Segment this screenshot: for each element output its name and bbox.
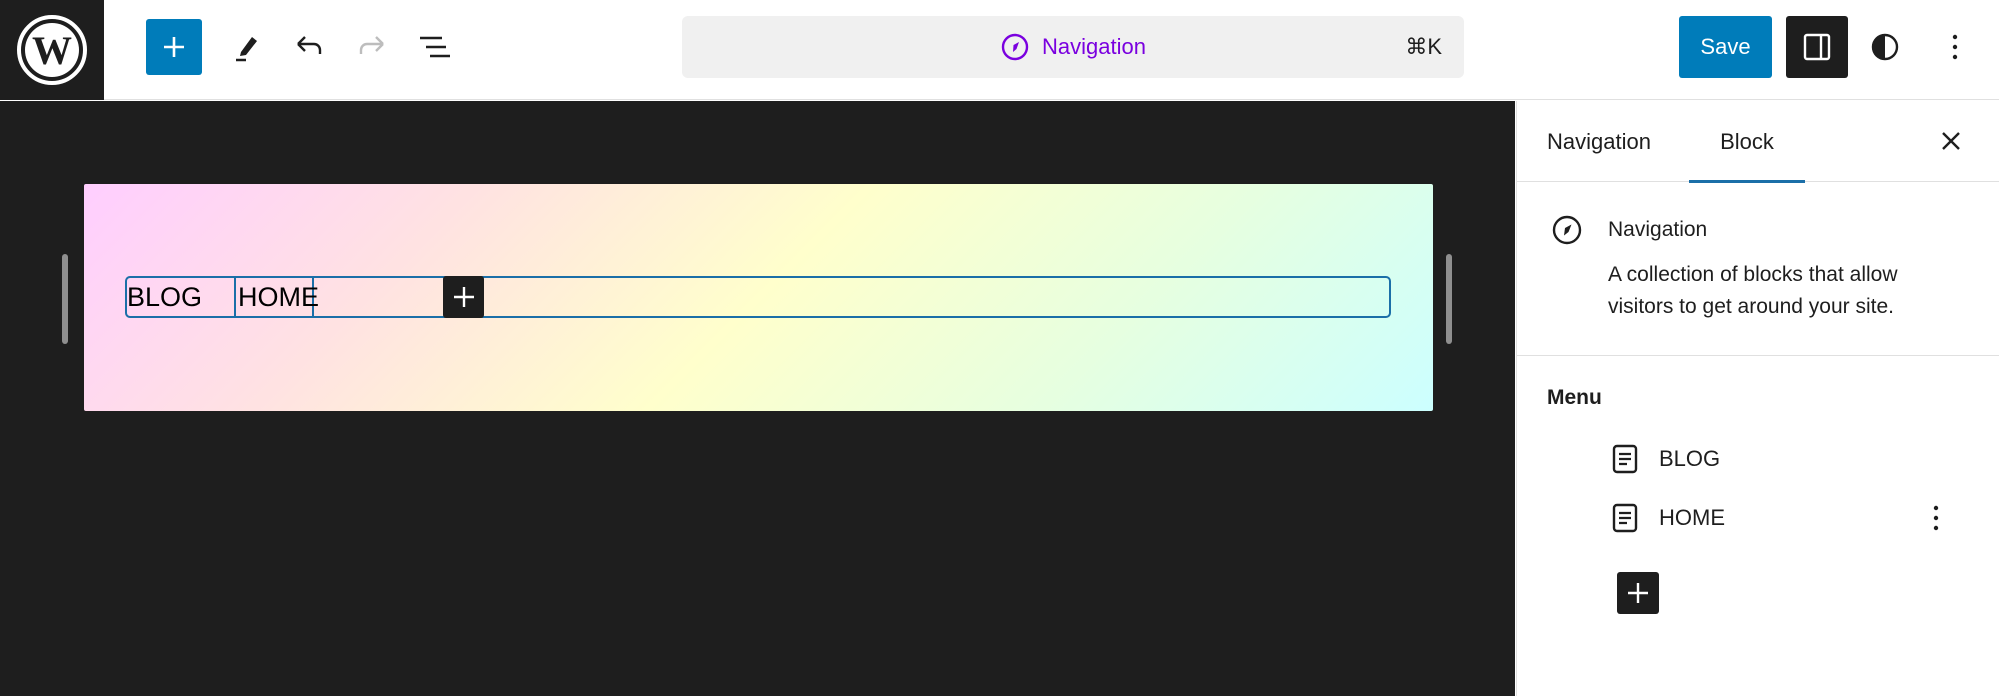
block-card-description: A collection of blocks that allow visito… (1608, 263, 1898, 318)
undo-button[interactable] (284, 22, 334, 72)
document-overview-button[interactable] (410, 22, 460, 72)
tab-block[interactable]: Block (1689, 101, 1805, 183)
block-card-title: Navigation (1608, 218, 1708, 241)
redo-icon (359, 36, 384, 54)
edit-tool-button[interactable] (222, 22, 272, 72)
wordpress-logo-button[interactable]: W (0, 0, 104, 100)
navigation-block[interactable]: BLOG HOME (125, 276, 1391, 318)
close-sidebar-button[interactable] (1931, 121, 1971, 161)
block-inserter-button[interactable] (146, 19, 202, 75)
close-icon (1942, 132, 1960, 150)
navigation-compass-icon (1552, 215, 1582, 245)
menu-title: Menu (1547, 386, 1602, 409)
menu-item-options-button[interactable] (1919, 501, 1953, 535)
right-resize-handle[interactable] (1446, 254, 1452, 344)
half-circle-styles-icon (1871, 33, 1899, 61)
plus-icon (164, 37, 184, 57)
options-menu-button[interactable] (1930, 22, 1980, 72)
plus-icon (453, 287, 474, 307)
navigation-compass-icon (1001, 33, 1029, 61)
more-vertical-icon (1933, 505, 1939, 531)
settings-sidebar: Navigation Block Navigation A collection… (1516, 101, 1999, 696)
settings-sidebar-toggle[interactable] (1786, 16, 1848, 78)
svg-text:W: W (32, 28, 72, 73)
tab-navigation[interactable]: Navigation (1527, 101, 1671, 182)
redo-button[interactable] (347, 22, 397, 72)
styles-button[interactable] (1860, 22, 1910, 72)
pencil-icon (236, 37, 257, 62)
navigation-preview-frame: BLOG HOME (84, 184, 1433, 411)
more-vertical-icon (1952, 34, 1958, 60)
page-icon (1609, 443, 1641, 475)
undo-icon (297, 36, 322, 54)
menu-item-blog[interactable]: BLOG (1609, 436, 1969, 482)
sidebar-tabs: Navigation Block (1517, 101, 1999, 183)
block-card: Navigation A collection of blocks that a… (1517, 182, 1999, 356)
nav-item-home[interactable]: HOME (234, 276, 319, 318)
menu-item-label: BLOG (1659, 446, 1721, 471)
menu-item-label: HOME (1659, 505, 1725, 530)
add-menu-item-button[interactable] (1617, 572, 1659, 614)
page-icon (1609, 502, 1641, 534)
command-palette-bar[interactable]: Navigation ⌘K (682, 16, 1464, 78)
editor-canvas: BLOG HOME (0, 101, 1515, 696)
save-button[interactable]: Save (1679, 16, 1772, 78)
command-bar-label: Navigation (1042, 34, 1146, 59)
nav-item-blog[interactable]: BLOG (125, 276, 235, 318)
sidebar-toggle-icon (1803, 33, 1831, 61)
plus-icon (1628, 583, 1648, 603)
wordpress-logo-icon: W (17, 15, 87, 85)
add-nav-item-button[interactable] (443, 276, 484, 318)
command-center: Navigation (1000, 32, 1146, 62)
editor-header: W Navigation ⌘K Save (0, 0, 1999, 100)
left-resize-handle[interactable] (62, 254, 68, 344)
keyboard-shortcut: ⌘K (1405, 34, 1442, 59)
list-view-icon (420, 36, 450, 58)
menu-item-home[interactable]: HOME (1609, 495, 1969, 541)
